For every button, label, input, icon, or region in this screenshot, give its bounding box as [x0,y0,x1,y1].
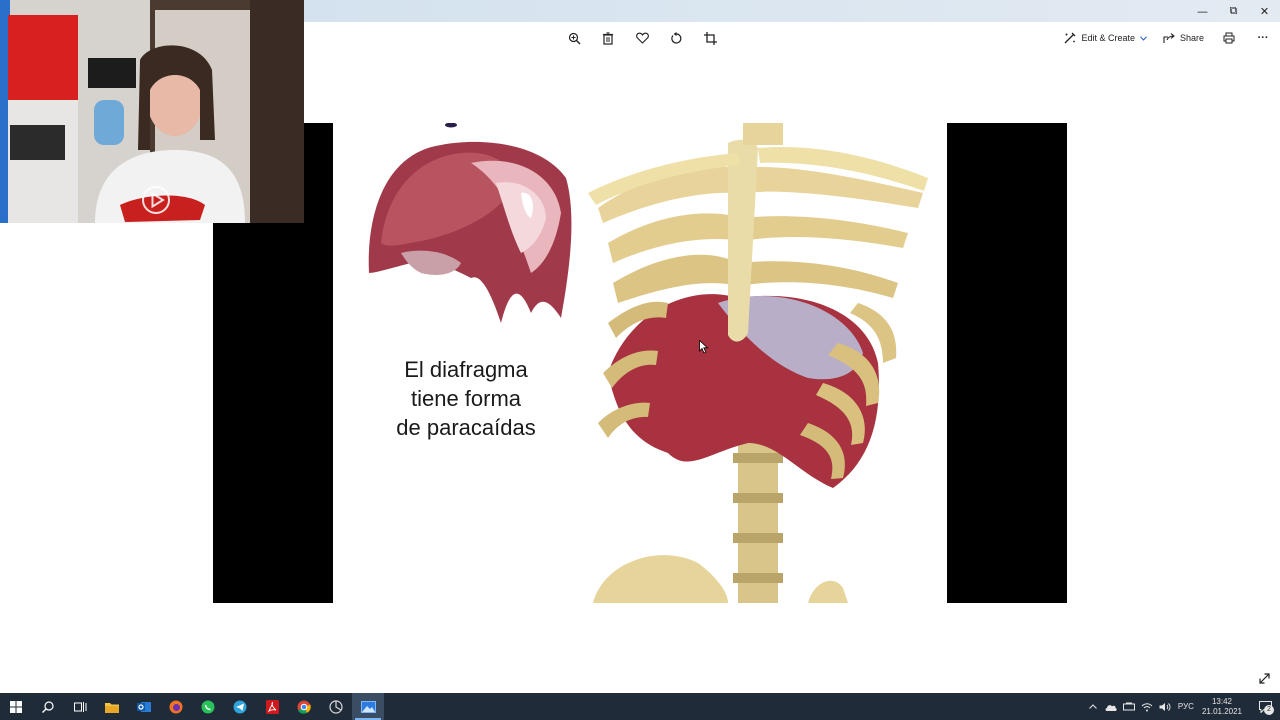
photos-app-window: — ⧉ ✕ Edit & Create Share ··· El diafrag… [0,0,1280,720]
chevron-up-icon [1089,704,1097,709]
search-icon [42,700,54,713]
device-tray[interactable] [1121,693,1137,720]
outlook-icon [137,701,151,712]
windows-logo-icon [10,700,22,713]
taskbar-apps [0,693,384,720]
windows-taskbar: РУС 13:42 21.01.2021 2 [0,693,1280,720]
acrobat-button[interactable] [256,693,288,720]
favorite-button[interactable] [630,26,654,50]
delete-icon [603,31,613,45]
more-icon: ··· [1257,32,1269,44]
edit-create-button[interactable]: Edit & Create [1056,26,1155,50]
share-icon [1163,32,1175,43]
photos-app-button[interactable] [352,693,384,720]
play-icon[interactable] [140,184,172,216]
network-tray[interactable] [1139,693,1155,720]
action-center-button[interactable]: 2 [1250,693,1280,720]
ribcage-illustration [588,123,928,603]
toolbar-right-group: Edit & Create Share ··· [1056,22,1280,54]
share-label: Share [1179,33,1204,43]
volume-tray[interactable] [1157,693,1173,720]
caption-line-2: tiene forma [410,386,522,411]
restore-button[interactable]: ⧉ [1218,0,1249,22]
share-button[interactable]: Share [1155,26,1212,50]
onedrive-tray[interactable] [1103,693,1119,720]
acrobat-icon [265,699,279,714]
outlook-button[interactable] [128,693,160,720]
app-circle-button[interactable] [320,693,352,720]
mouse-cursor-icon [699,340,709,354]
tray-expand-button[interactable] [1085,693,1101,720]
full-screen-button[interactable] [1254,668,1274,688]
telegram-button[interactable] [224,693,256,720]
language-indicator[interactable]: РУС [1178,702,1194,711]
photo-viewer-image[interactable]: El diafragma tiene forma de paracaídas [333,123,947,603]
chevron-down-icon [1140,35,1147,41]
close-button[interactable]: ✕ [1249,0,1280,22]
notification-count-badge: 2 [1264,705,1274,715]
window-controls: — ⧉ ✕ [1187,0,1280,22]
print-button[interactable] [1212,26,1246,50]
delete-button[interactable] [596,26,620,50]
clock-time: 13:42 [1211,696,1232,706]
wifi-icon [1141,702,1153,711]
crop-button[interactable] [698,26,722,50]
zoom-in-button[interactable] [562,26,586,50]
app-circle-icon [329,699,343,714]
volume-icon [1159,702,1171,711]
firefox-icon [169,700,183,713]
crop-icon [703,31,717,45]
edit-create-label: Edit & Create [1081,33,1135,43]
diaphragm-illustration [368,123,572,323]
rotate-button[interactable] [664,26,688,50]
chrome-icon [297,700,311,714]
task-view-icon [73,701,86,712]
caption-line-3: de paracaídas [396,415,536,440]
search-button[interactable] [32,693,64,720]
more-options-button[interactable]: ··· [1246,26,1280,50]
whatsapp-icon [201,700,215,713]
system-tray: РУС 13:42 21.01.2021 2 [1084,693,1280,720]
whatsapp-button[interactable] [192,693,224,720]
telegram-icon [233,700,247,713]
photos-toolbar: Edit & Create Share ··· [304,22,1280,54]
cloud-icon [1105,704,1117,711]
edit-icon [1064,32,1076,44]
zoom-in-icon [568,32,580,44]
task-view-button[interactable] [64,693,96,720]
print-icon [1223,32,1235,44]
clock-date: 21.01.2021 [1201,706,1242,716]
slide-caption: El diafragma tiene forma de paracaídas [373,355,559,442]
caption-line-1: El diafragma [404,357,528,382]
folder-icon [105,702,119,713]
start-button[interactable] [0,693,32,720]
letterbox-right [947,123,1067,603]
file-explorer-button[interactable] [96,693,128,720]
heart-icon [635,32,649,44]
taskbar-clock[interactable]: 13:42 21.01.2021 [1202,697,1242,717]
rotate-icon [670,31,681,44]
chrome-button[interactable] [288,693,320,720]
webcam-overlay [0,0,304,223]
toolbar-center-group [562,22,722,54]
photos-icon [360,700,376,713]
firefox-button[interactable] [160,693,192,720]
expand-icon [1258,672,1270,684]
drive-icon [1122,702,1135,711]
minimize-button[interactable]: — [1187,0,1218,22]
